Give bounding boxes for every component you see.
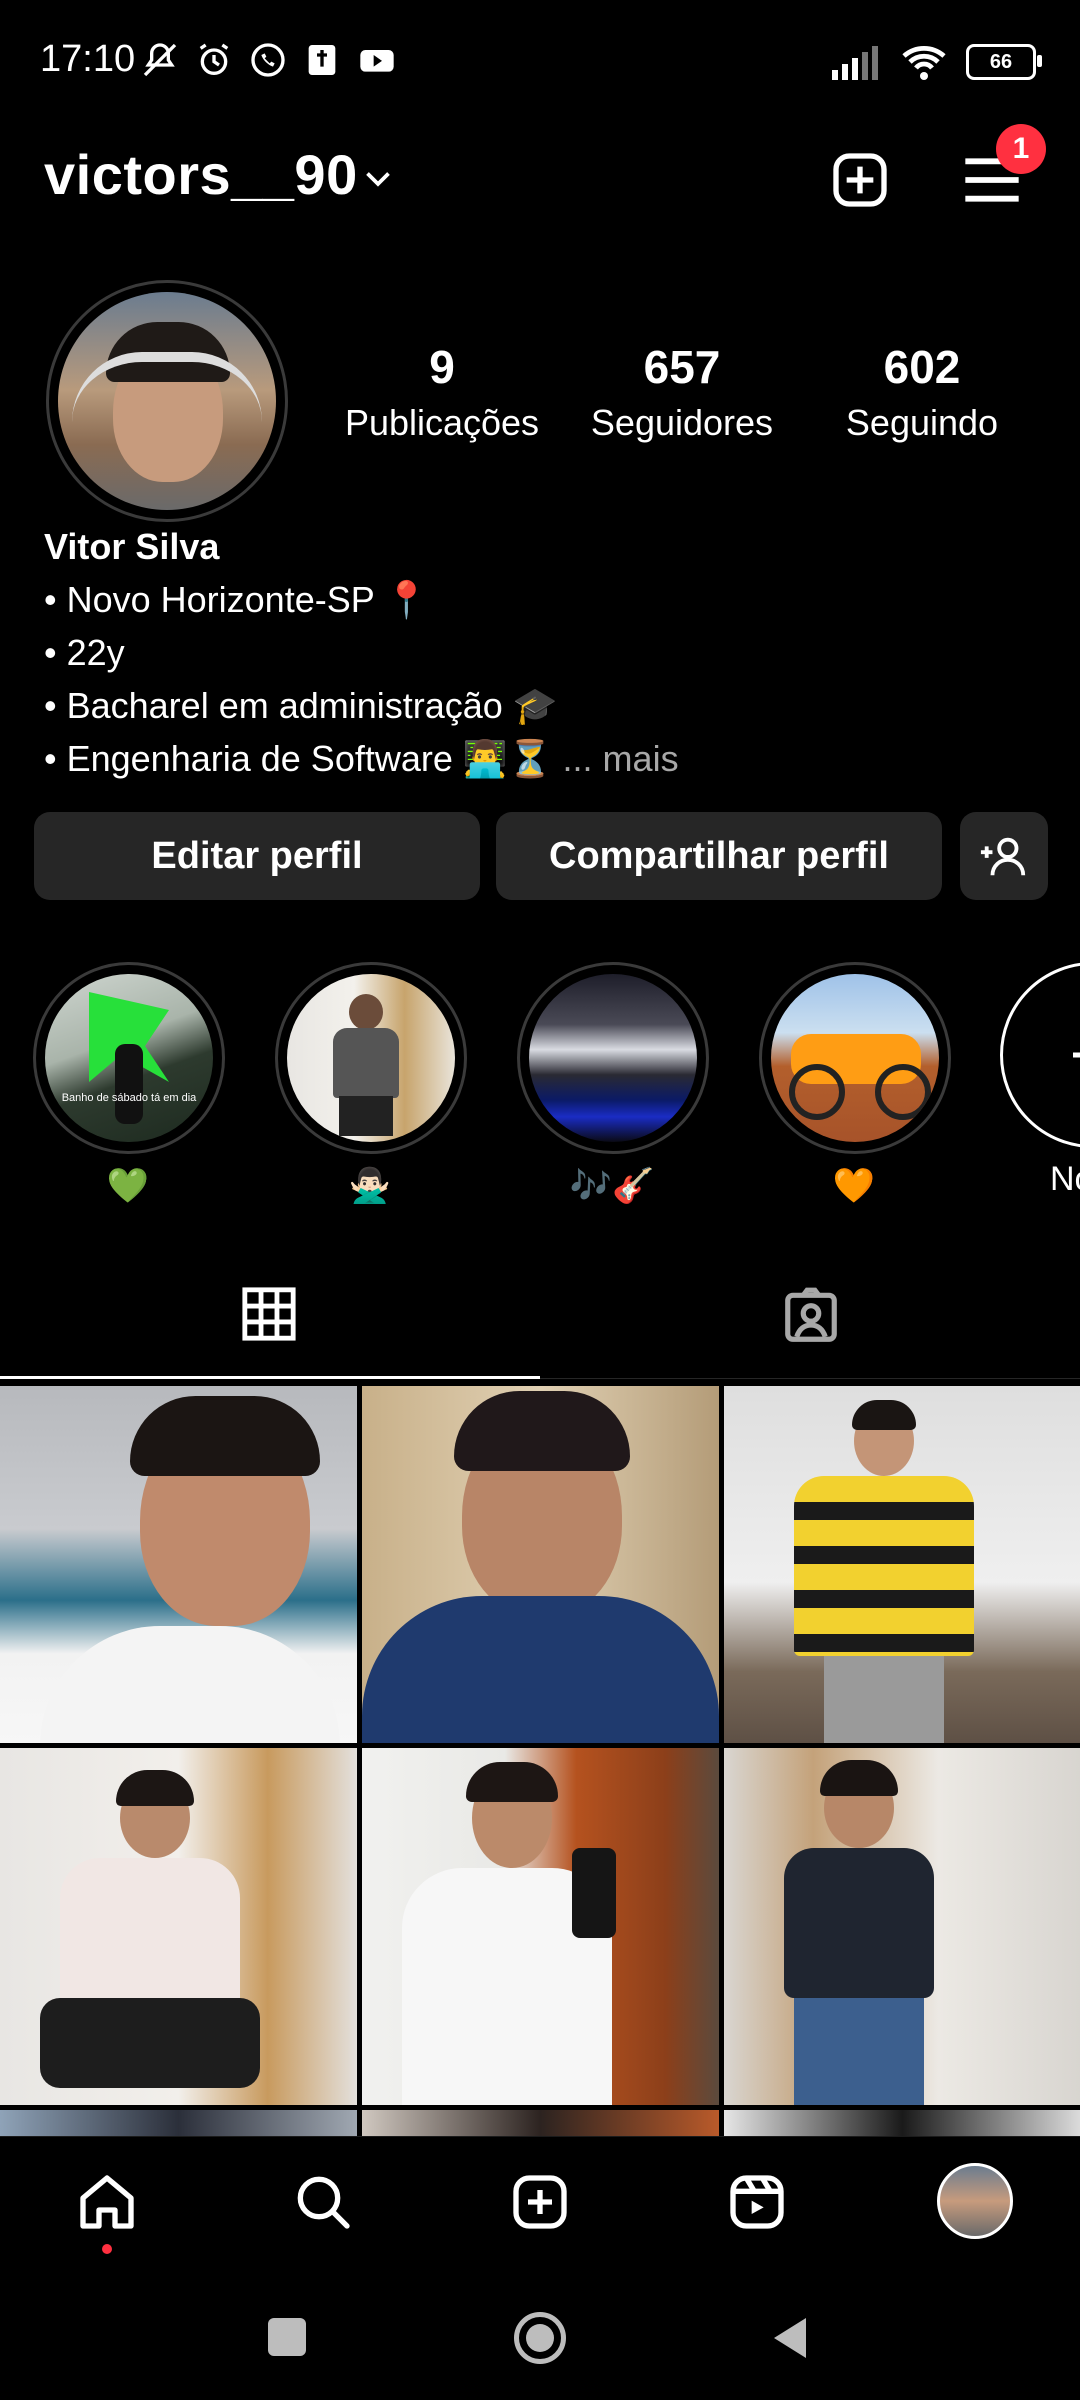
stat-followers-value: 657: [643, 341, 721, 393]
notification-badge: 1: [996, 124, 1046, 174]
stat-following[interactable]: 602 Seguindo: [812, 340, 1032, 444]
discover-people-button[interactable]: [960, 812, 1048, 900]
home-notification-dot: [102, 2244, 112, 2254]
post-thumbnail[interactable]: [724, 1386, 1080, 1743]
bio-line: • Engenharia de Software 👨‍💻⏳: [44, 738, 553, 779]
edit-profile-button[interactable]: Editar perfil: [34, 812, 480, 900]
status-time: 17:10: [40, 38, 136, 80]
post-thumbnail[interactable]: [724, 1748, 1080, 2105]
wifi-icon: [902, 45, 946, 80]
highlight-label: 🙅🏻‍♂️: [348, 1167, 392, 1205]
add-person-icon: [980, 837, 1026, 876]
status-icons-right: 66: [832, 42, 1042, 82]
stat-following-value: 602: [883, 341, 961, 393]
battery-icon: 66: [966, 44, 1042, 80]
highlight-cover: [771, 974, 939, 1142]
highlight-label: 🎶🎸: [569, 1167, 655, 1205]
post-thumbnail[interactable]: [362, 1386, 719, 1743]
plus-square-icon[interactable]: [828, 148, 892, 212]
highlight-cover: [287, 974, 455, 1142]
nav-profile[interactable]: [935, 2161, 1015, 2241]
highlight-item[interactable]: Banho de sábado tá em dia 💚: [33, 962, 225, 1206]
bottom-navigation: [0, 2136, 1080, 2267]
signal-icon: [832, 46, 878, 80]
post-thumbnail[interactable]: [0, 1748, 357, 2105]
alarm-icon: [199, 43, 229, 75]
chevron-down-icon[interactable]: [360, 160, 396, 196]
highlight-label: 💚: [106, 1167, 150, 1205]
new-highlight-item[interactable]: No: [1000, 962, 1080, 1199]
profile-bio: Vitor Silva • Novo Horizonte-SP 📍 • 22y …: [44, 520, 679, 785]
stat-followers[interactable]: 657 Seguidores: [572, 340, 792, 444]
highlight-caption: Banho de sábado tá em dia: [61, 1092, 197, 1104]
home-system-icon[interactable]: [514, 2312, 566, 2364]
highlight-item[interactable]: 🧡: [759, 962, 951, 1206]
highlight-label: No: [1050, 1160, 1080, 1198]
stat-posts-value: 9: [429, 341, 455, 393]
profile-name: Vitor Silva: [44, 526, 220, 567]
status-icons-left: [140, 40, 398, 80]
system-navigation: [0, 2266, 1080, 2400]
profile-username[interactable]: victors__90: [44, 142, 358, 207]
nav-create[interactable]: [505, 2167, 575, 2237]
bio-line-last: • Engenharia de Software 👨‍💻⏳ ... mais: [44, 732, 679, 785]
battery-level: 66: [989, 50, 1013, 73]
youtube-icon: [360, 50, 394, 72]
grid-icon[interactable]: [240, 1285, 298, 1343]
recents-icon[interactable]: [268, 2318, 306, 2356]
avatar-photo: [58, 292, 276, 510]
post-thumbnail[interactable]: [0, 1386, 357, 1743]
highlight-item[interactable]: 🙅🏻‍♂️: [275, 962, 467, 1206]
bio-line: • Novo Horizonte-SP 📍: [44, 579, 429, 620]
stat-followers-label: Seguidores: [590, 402, 774, 443]
reels-icon: [730, 2175, 784, 2229]
home-icon: [80, 2175, 134, 2229]
highlight-label: 🧡: [832, 1167, 876, 1205]
mute-bell-icon: [143, 43, 177, 77]
stat-following-label: Seguindo: [845, 402, 999, 443]
highlight-cover: Banho de sábado tá em dia: [45, 974, 213, 1142]
share-profile-button[interactable]: Compartilhar perfil: [496, 812, 942, 900]
avatar-icon: [937, 2163, 1013, 2239]
tagged-icon[interactable]: [780, 1285, 842, 1347]
back-icon[interactable]: [770, 2314, 810, 2362]
nav-reels[interactable]: [722, 2167, 792, 2237]
nav-search[interactable]: [288, 2167, 358, 2237]
profile-avatar[interactable]: [46, 280, 288, 522]
plus-icon: [1073, 1052, 1080, 1058]
whatsapp-icon: [251, 43, 285, 77]
stat-posts[interactable]: 9 Publicações: [332, 340, 552, 444]
stat-posts-label: Publicações: [344, 402, 540, 443]
bible-icon: [308, 45, 336, 75]
post-thumbnail[interactable]: [0, 2110, 357, 2136]
bio-more-link[interactable]: ... mais: [563, 738, 679, 779]
post-thumbnail[interactable]: [362, 1748, 719, 2105]
search-icon: [297, 2176, 350, 2229]
highlight-cover: [529, 974, 697, 1142]
nav-home[interactable]: [72, 2167, 142, 2237]
tab-indicator: [0, 1376, 540, 1379]
post-thumbnail[interactable]: [724, 2110, 1080, 2136]
highlight-item[interactable]: 🎶🎸: [517, 962, 709, 1206]
create-icon: [513, 2175, 567, 2229]
post-thumbnail[interactable]: [362, 2110, 719, 2136]
bio-line: • Bacharel em administração 🎓: [44, 685, 558, 726]
bio-line: • 22y: [44, 632, 125, 673]
